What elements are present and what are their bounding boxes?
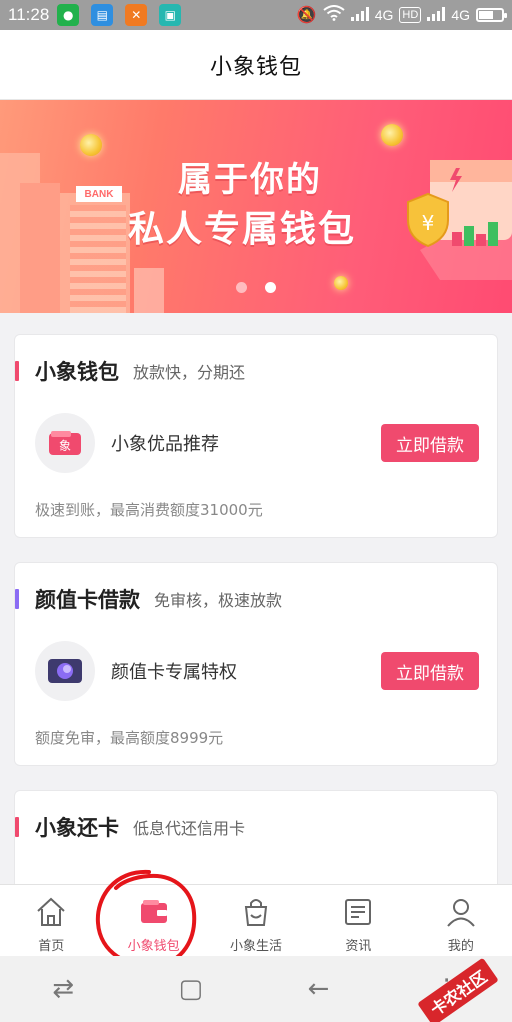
message-icon: ▤ <box>91 4 114 26</box>
network-type-1: 4G <box>374 7 394 23</box>
title-bar: 小象钱包 <box>0 30 512 100</box>
card-accent-bar <box>15 589 19 609</box>
card-accent-bar <box>15 361 19 381</box>
svg-text:象: 象 <box>59 439 71 453</box>
network-type-2: 4G <box>451 7 470 23</box>
wifi-icon <box>323 4 345 26</box>
recents-icon[interactable]: ▢ <box>178 974 203 1004</box>
promo-banner[interactable]: BANK 属于你的 私人专属钱包 ¥ <box>0 100 512 313</box>
bank-building <box>70 205 126 313</box>
card-subtitle: 免审核，极速放款 <box>154 591 283 610</box>
building-decoration <box>20 183 60 313</box>
card-header: 小象还卡 低息代还信用卡 <box>15 811 245 843</box>
borrow-now-button[interactable]: 立即借款 <box>381 652 479 690</box>
nav-label: 资讯 <box>345 939 372 954</box>
page-title: 小象钱包 <box>209 54 302 80</box>
card-beauty-card-loan: 颜值卡借款 免审核，极速放款 颜值卡专属特权 立即借款 额度免审，最高额度899… <box>14 562 498 766</box>
borrow-now-button[interactable]: 立即借款 <box>381 424 479 462</box>
pagination-dot[interactable] <box>236 282 247 293</box>
svg-text:¥: ¥ <box>422 211 435 235</box>
news-icon <box>345 899 372 925</box>
nav-label: 首页 <box>38 939 65 954</box>
home-icon <box>37 897 65 926</box>
nav-label: 小象钱包 <box>127 939 180 954</box>
nav-label: 我的 <box>447 939 474 954</box>
hd-badge: HD <box>399 7 422 23</box>
user-icon <box>447 899 475 927</box>
battery-icon <box>476 8 507 22</box>
card-header: 颜值卡借款 免审核，极速放款 <box>15 583 282 615</box>
building-decoration <box>134 268 164 313</box>
wallet-illustration: ¥ <box>407 160 512 280</box>
coin-icon <box>334 276 348 290</box>
signal-icon-2 <box>427 6 446 24</box>
nav-label: 小象生活 <box>230 939 283 954</box>
nav-profile[interactable]: 我的 <box>410 885 512 956</box>
card-title: 小象还卡 <box>35 816 119 840</box>
coin-icon <box>80 134 102 156</box>
card-accent-bar <box>15 817 19 837</box>
mute-icon: 🔕 <box>296 7 317 24</box>
back-icon[interactable]: ← <box>308 974 330 1004</box>
card-xiaoxiang-wallet: 小象钱包 放款快，分期还 象 小象优品推荐 立即借款 极速到账，最高消费额度31… <box>14 334 498 538</box>
wallet-product-icon: 象 <box>35 413 95 473</box>
status-time: 11:28 <box>8 5 50 24</box>
nav-home[interactable]: 首页 <box>0 885 102 956</box>
wechat-icon: ● <box>57 4 80 26</box>
card-note: 额度免审，最高额度8999元 <box>35 729 224 747</box>
tools-icon: ✕ <box>125 4 148 26</box>
card-note: 极速到账，最高消费额度31000元 <box>35 501 263 519</box>
signal-icon <box>350 6 369 24</box>
card-title: 小象钱包 <box>35 360 119 384</box>
product-row[interactable]: 颜值卡专属特权 立即借款 <box>35 641 479 701</box>
card-title: 颜值卡借款 <box>35 588 140 612</box>
card-subtitle: 低息代还信用卡 <box>133 819 246 838</box>
banner-headline-1: 属于你的 <box>178 160 322 200</box>
card-subtitle: 放款快，分期还 <box>133 363 246 382</box>
nav-news[interactable]: 资讯 <box>307 885 409 956</box>
pagination-dot-active[interactable] <box>265 282 276 293</box>
bank-sign: BANK <box>76 186 122 202</box>
banner-pagination[interactable] <box>236 282 276 293</box>
scan-icon: ▣ <box>159 4 182 26</box>
product-name: 小象优品推荐 <box>111 434 219 455</box>
nav-wallet[interactable]: 小象钱包 <box>102 885 204 956</box>
card-product-icon <box>35 641 95 701</box>
product-row[interactable]: 象 小象优品推荐 立即借款 <box>35 413 479 473</box>
bottom-navigation: 首页 小象钱包 小象生活 资讯 我的 <box>0 884 512 956</box>
card-header: 小象钱包 放款快，分期还 <box>15 355 245 387</box>
nav-life[interactable]: 小象生活 <box>205 885 307 956</box>
shopping-bag-icon <box>244 899 268 926</box>
switch-icon[interactable]: ⇄ <box>52 974 74 1004</box>
status-bar: 11:28 ● ▤ ✕ ▣ 🔕 4G HD 4G <box>0 0 512 30</box>
product-name: 颜值卡专属特权 <box>111 662 237 683</box>
banner-headline-2: 私人专属钱包 <box>128 209 357 250</box>
wallet-icon <box>140 900 167 923</box>
